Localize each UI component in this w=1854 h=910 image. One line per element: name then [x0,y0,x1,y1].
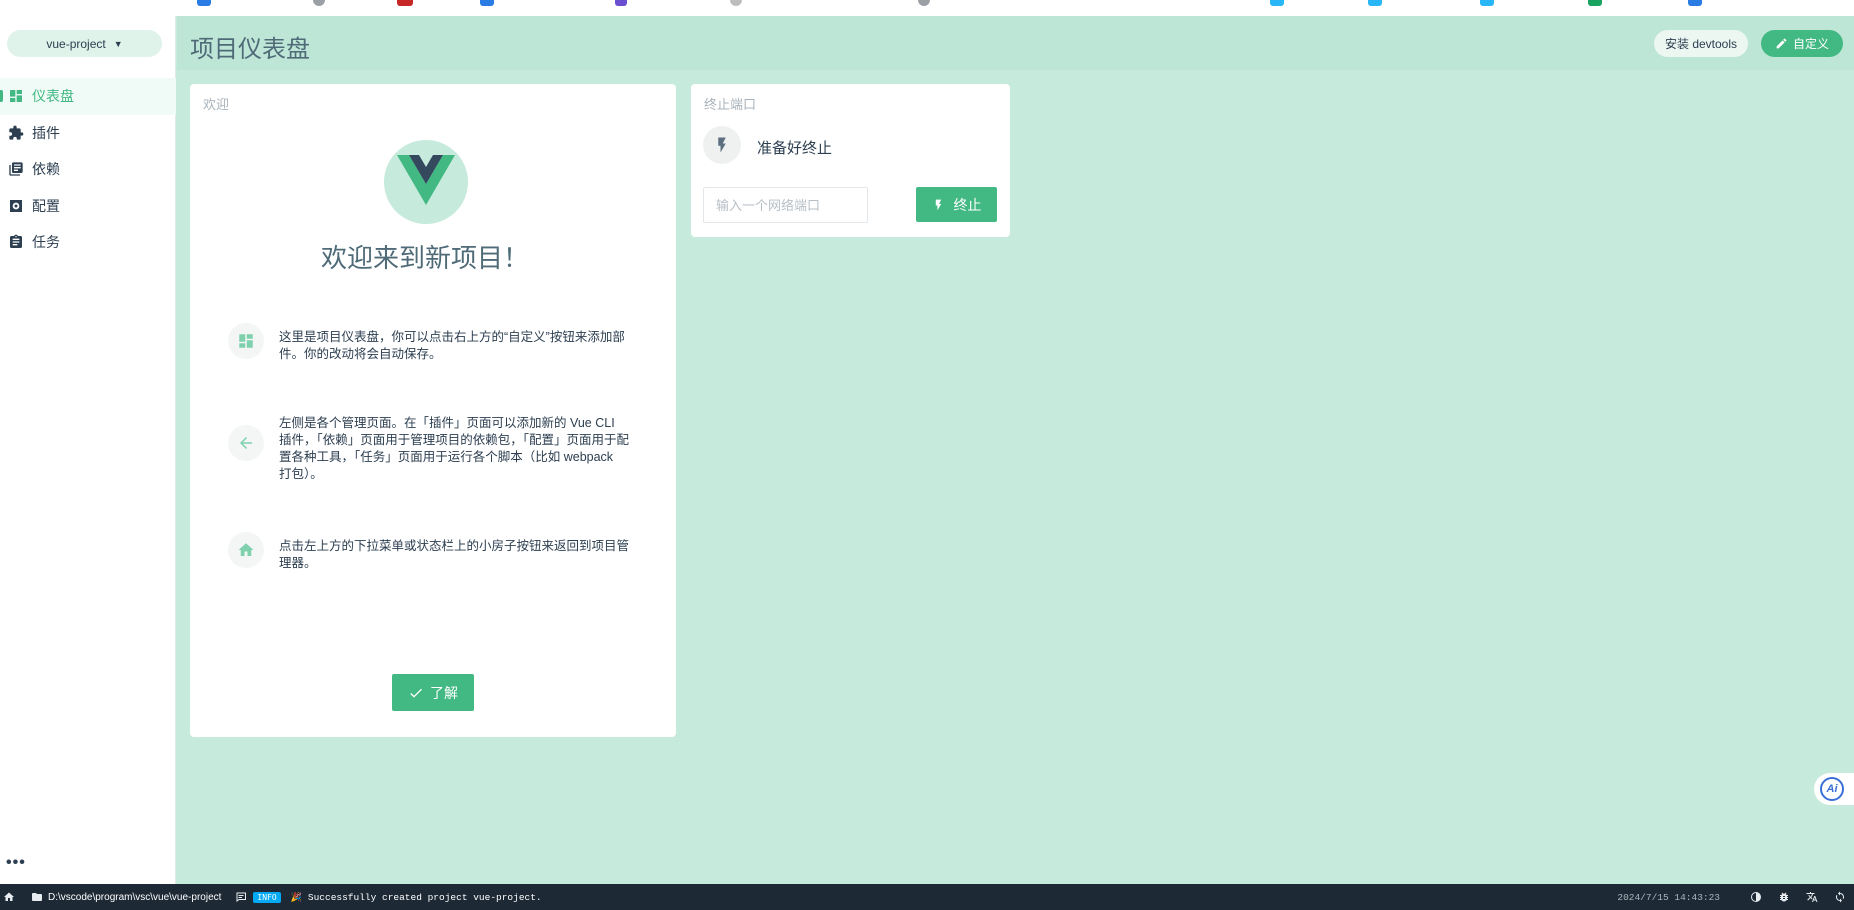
sidebar-item-label: 仪表盘 [32,88,74,105]
install-devtools-button[interactable]: 安装 devtools [1654,30,1748,57]
welcome-widget: 欢迎 欢迎来到新项目！ 这里是项目仪表盘，你可以点击右上方的“自定义”按钮来添加… [190,84,676,737]
bookmark-favicon[interactable] [730,0,742,6]
caret-down-icon: ▼ [113,38,123,49]
bookmark-favicon[interactable] [1688,0,1702,6]
sidebar-item-dependencies[interactable]: 依赖 [0,151,176,188]
bookmark-favicon[interactable] [918,0,930,6]
sidebar: vue-project ▼ 仪表盘 插件 依赖 配置 任务 ••• [0,16,176,884]
arrow-left-icon [240,437,252,449]
bookmark-favicon[interactable] [397,0,413,6]
home-icon[interactable] [3,891,15,903]
bookmark-favicon[interactable] [1368,0,1382,6]
library-books-icon [9,162,23,176]
sidebar-item-configuration[interactable]: 配置 [0,188,176,225]
kill-port-button-label: 终止 [953,196,982,213]
bookmark-favicon[interactable] [1270,0,1284,6]
welcome-heading: 欢迎来到新项目！ [320,243,529,273]
kill-port-widget: 终止端口 准备好终止 终止 [691,84,1010,237]
sidebar-item-label: 插件 [32,124,60,141]
bookmark-favicon[interactable] [1480,0,1494,6]
more-options-icon[interactable]: ••• [6,854,26,872]
bug-report-icon[interactable] [1778,891,1790,903]
home-icon [238,543,254,556]
customize-button-label: 自定义 [1792,37,1829,51]
got-it-button-label: 了解 [430,684,458,701]
sidebar-item-dashboard[interactable]: 仪表盘 [0,78,176,115]
folder-icon[interactable] [31,891,43,903]
bookmark-favicon[interactable] [313,0,325,6]
page-header: 项目仪表盘 安装 devtools 自定义 [177,16,1854,70]
status-bar-right: 2024/7/15 14:43:23 [1617,884,1846,910]
dashboard-icon [10,90,22,103]
check-icon [410,688,422,698]
sidebar-item-label: 配置 [32,197,60,214]
puzzle-icon [9,125,24,140]
tip-icon-wrap [228,532,264,568]
translate-icon[interactable] [1806,891,1818,903]
welcome-tip: 这里是项目仪表盘，你可以点击右上方的“自定义”按钮来添加部件。你的改动将会自动保… [228,323,648,363]
flash-icon [935,199,941,210]
welcome-tip: 点击左上方的下拉菜单或状态栏上的小房子按钮来返回到项目管理器。 [228,532,648,572]
project-selector[interactable]: vue-project ▼ [7,30,162,57]
sidebar-item-label: 依赖 [32,161,60,178]
tip-text: 左侧是各个管理页面。在「插件」页面可以添加新的 Vue CLI 插件，「依赖」页… [279,416,630,481]
port-input[interactable] [703,187,868,223]
log-level-badge: INFO [253,891,281,903]
customize-button[interactable]: 自定义 [1761,30,1843,57]
tip-icon-wrap [228,425,264,461]
bookmark-favicon[interactable] [197,0,211,6]
pencil-icon [1776,38,1787,49]
dark-mode-icon[interactable] [1750,891,1762,903]
ai-icon: Ai [1820,777,1844,801]
sidebar-item-tasks[interactable]: 任务 [0,224,176,261]
page-title: 项目仪表盘 [190,36,310,63]
welcome-tip: 左侧是各个管理页面。在「插件」页面可以添加新的 Vue CLI 插件，「依赖」页… [228,415,648,483]
tip-text: 这里是项目仪表盘，你可以点击右上方的“自定义”按钮来添加部件。你的改动将会自动保… [279,330,625,361]
widget-title: 欢迎 [203,97,230,112]
status-timestamp: 2024/7/15 14:43:23 [1617,891,1720,903]
flash-icon [718,137,726,153]
widget-title: 终止端口 [704,97,757,112]
clipboard-icon [10,234,22,249]
kill-port-button[interactable]: 终止 [916,187,997,222]
log-message[interactable]: Successfully created project vue-project… [308,892,542,903]
bookmark-favicon[interactable] [480,0,494,6]
got-it-button[interactable]: 了解 [392,674,474,711]
project-path[interactable]: D:\vscode\program\vsc\vue\vue-project [48,892,221,903]
kill-status-icon-wrap [703,126,741,164]
status-bar: D:\vscode\program\vsc\vue\vue-project IN… [0,884,1854,910]
sidebar-item-plugins[interactable]: 插件 [0,115,176,152]
console-log-icon[interactable] [235,891,247,903]
bookmark-favicon[interactable] [615,0,627,6]
refresh-icon[interactable] [1834,891,1846,903]
ai-assistant-button[interactable]: Ai [1814,773,1854,805]
vue-logo [384,140,468,224]
bookmark-favicon[interactable] [1588,0,1602,6]
browser-bookmark-strip [0,0,1854,16]
party-icon: 🎉 [290,891,302,902]
dashboard-icon [239,334,253,348]
kill-status-text: 准备好终止 [757,140,833,157]
settings-icon [10,199,22,212]
tip-icon-wrap [228,323,264,359]
vue-logo-icon [397,155,455,205]
tip-text: 点击左上方的下拉菜单或状态栏上的小房子按钮来返回到项目管理器。 [279,539,630,570]
sidebar-item-label: 任务 [32,234,60,251]
sidebar-nav: 仪表盘 插件 依赖 配置 任务 [0,78,176,261]
project-selector-label: vue-project [46,36,106,51]
